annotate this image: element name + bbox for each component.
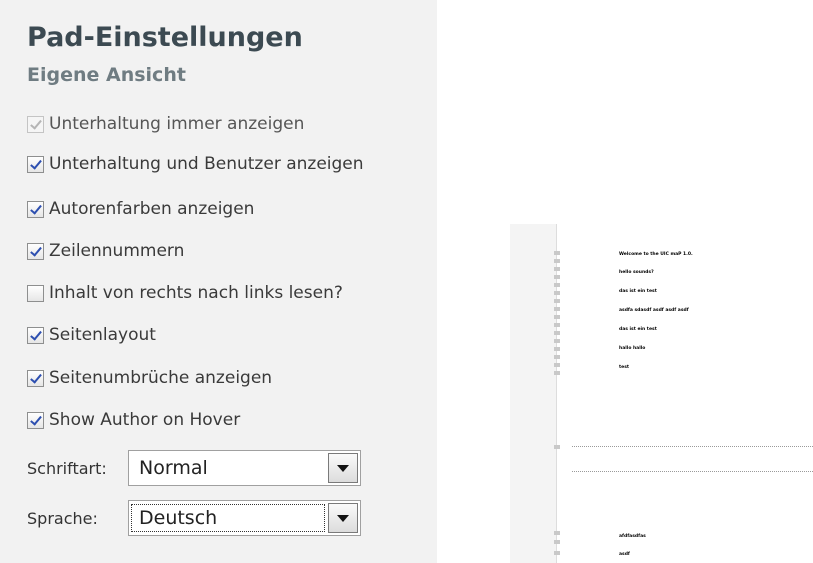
font-select[interactable]: Normal bbox=[128, 450, 361, 486]
chevron-down-icon bbox=[337, 514, 349, 522]
option-label: Seitenlayout bbox=[49, 325, 156, 345]
line-number bbox=[554, 371, 560, 375]
option-label: Autorenfarben anzeigen bbox=[49, 199, 255, 219]
font-select-value: Normal bbox=[139, 457, 208, 479]
option-label: Show Author on Hover bbox=[49, 410, 241, 430]
pad-line: hallo hallo bbox=[619, 346, 646, 351]
line-number bbox=[554, 283, 560, 287]
pad-line: test bbox=[619, 365, 630, 370]
pad-line: das ist ein test bbox=[619, 327, 657, 332]
option-show-chat-and-users[interactable]: Unterhaltung und Benutzer anzeigen bbox=[27, 151, 364, 177]
pad-line: asdfa sdasdf asdf asdf asdf bbox=[619, 308, 689, 313]
option-page-breaks[interactable]: Seitenumbrüche anzeigen bbox=[27, 365, 272, 391]
language-label: Sprache: bbox=[27, 508, 98, 528]
line-number bbox=[554, 259, 560, 263]
pad-preview[interactable]: Welcome to the UIC maP 1.0. hello sounds… bbox=[510, 224, 813, 563]
option-rtl[interactable]: Inhalt von rechts nach links lesen? bbox=[27, 280, 343, 306]
font-label: Schriftart: bbox=[27, 458, 107, 478]
line-number bbox=[554, 355, 560, 359]
line-number bbox=[554, 291, 560, 295]
pad-line: das ist ein test bbox=[619, 289, 657, 294]
checkbox-author-colors[interactable] bbox=[27, 200, 44, 218]
checkbox-page-layout[interactable] bbox=[27, 326, 44, 344]
line-number bbox=[554, 323, 560, 327]
line-number bbox=[554, 275, 560, 279]
line-number bbox=[554, 347, 560, 351]
language-select-value: Deutsch bbox=[131, 504, 325, 532]
checkbox-line-numbers[interactable] bbox=[27, 242, 44, 260]
own-view-subtitle: Eigene Ansicht bbox=[27, 64, 186, 86]
settings-title: Pad-Einstellungen bbox=[27, 22, 303, 53]
pad-line: hello sounds? bbox=[619, 270, 654, 275]
line-number bbox=[554, 331, 560, 335]
language-select[interactable]: Deutsch bbox=[128, 500, 361, 536]
pad-line: Welcome to the UIC maP 1.0. bbox=[619, 252, 693, 257]
chevron-down-icon bbox=[337, 464, 349, 472]
checkbox-page-breaks[interactable] bbox=[27, 369, 44, 387]
option-author-colors[interactable]: Autorenfarben anzeigen bbox=[27, 196, 254, 222]
option-label: Zeilennummern bbox=[49, 241, 185, 261]
page-break-bottom bbox=[572, 471, 813, 472]
option-label: Inhalt von rechts nach links lesen? bbox=[49, 283, 343, 303]
option-label: Unterhaltung und Benutzer anzeigen bbox=[49, 154, 364, 174]
line-number bbox=[554, 339, 560, 343]
pad-line: asdf bbox=[619, 552, 630, 557]
checkbox-rtl[interactable] bbox=[27, 284, 44, 302]
line-number bbox=[554, 445, 560, 449]
line-number bbox=[554, 315, 560, 319]
checkbox-author-hover[interactable] bbox=[27, 411, 44, 429]
line-number bbox=[554, 540, 560, 544]
option-show-chat-always[interactable]: Unterhaltung immer anzeigen bbox=[27, 111, 304, 137]
language-select-row: Sprache: Deutsch bbox=[27, 500, 361, 536]
line-number bbox=[554, 267, 560, 271]
line-number bbox=[554, 531, 560, 535]
language-dropdown-button[interactable] bbox=[328, 503, 358, 533]
option-label: Seitenumbrüche anzeigen bbox=[49, 368, 273, 388]
checkbox-show-chat-always[interactable] bbox=[27, 115, 44, 133]
option-page-layout[interactable]: Seitenlayout bbox=[27, 322, 156, 348]
settings-panel: Pad-Einstellungen Eigene Ansicht Unterha… bbox=[0, 0, 437, 563]
font-select-row: Schriftart: Normal bbox=[27, 450, 361, 486]
line-number bbox=[554, 251, 560, 255]
line-number bbox=[554, 363, 560, 367]
page-break-top bbox=[572, 446, 813, 447]
option-author-hover[interactable]: Show Author on Hover bbox=[27, 407, 240, 433]
line-number bbox=[554, 551, 560, 555]
font-dropdown-button[interactable] bbox=[328, 453, 358, 483]
option-label: Unterhaltung immer anzeigen bbox=[49, 114, 305, 134]
line-number bbox=[554, 307, 560, 311]
option-line-numbers[interactable]: Zeilennummern bbox=[27, 238, 184, 264]
line-number-gutter bbox=[510, 224, 560, 563]
pad-line: afdfasdfas bbox=[619, 534, 646, 539]
checkbox-show-chat-and-users[interactable] bbox=[27, 155, 44, 173]
line-number bbox=[554, 299, 560, 303]
